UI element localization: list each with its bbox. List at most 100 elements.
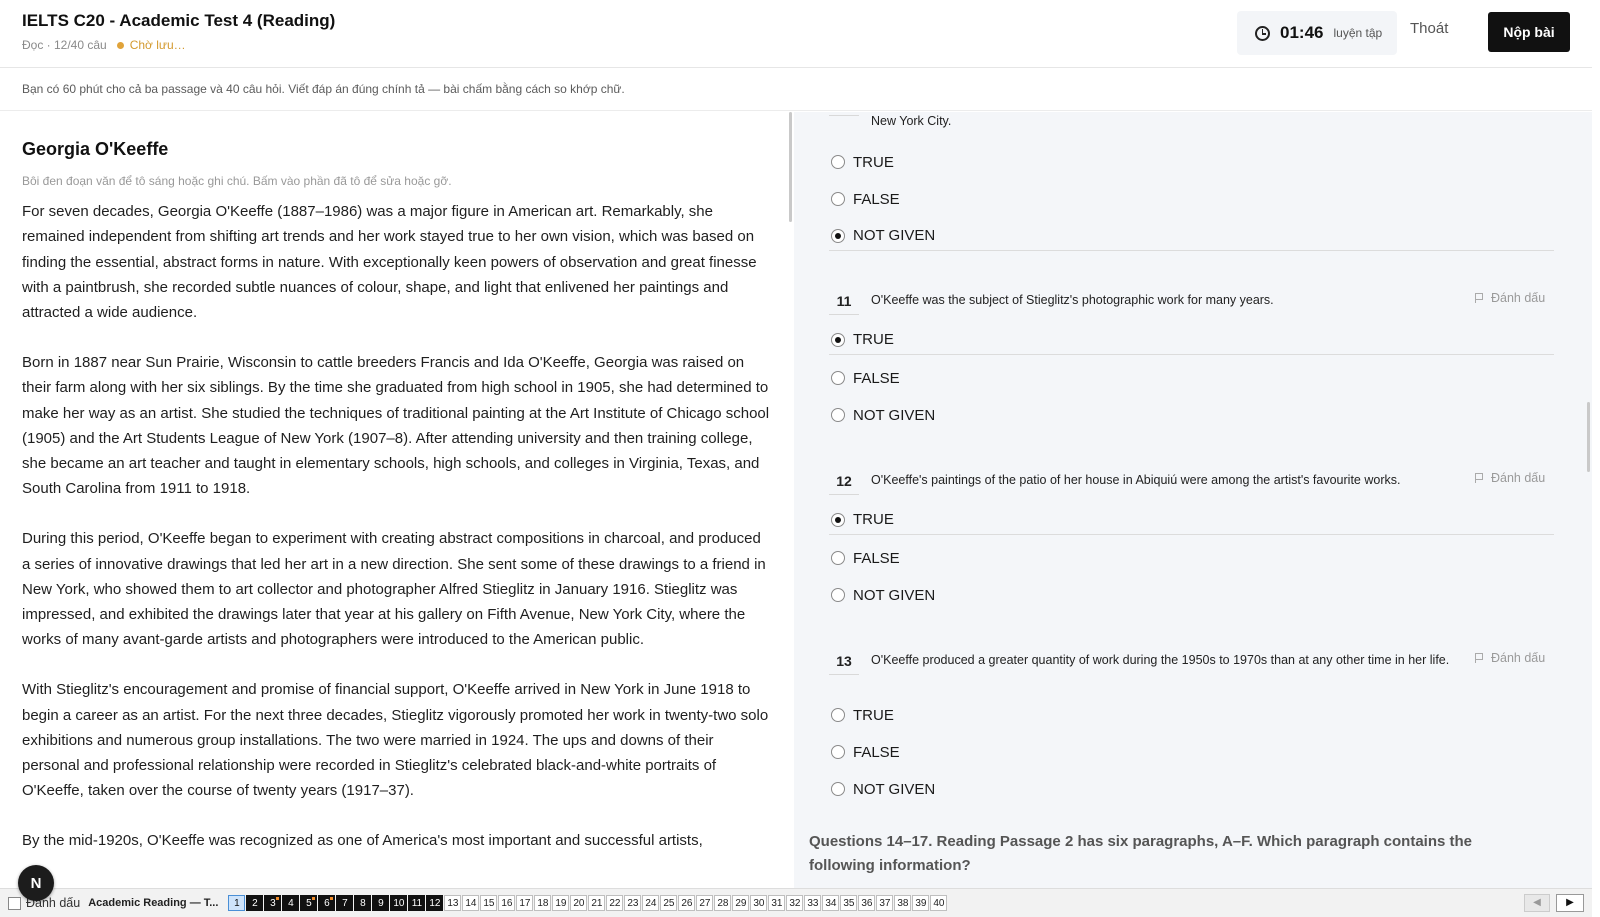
option-not-given[interactable]: NOT GIVEN <box>829 580 1554 610</box>
option-true[interactable]: TRUE <box>829 147 1554 177</box>
question-nav-12[interactable]: 12 <box>426 895 444 911</box>
passage-paragraph[interactable]: For seven decades, Georgia O'Keeffe (188… <box>22 199 772 325</box>
question-nav-16[interactable]: 16 <box>498 895 516 911</box>
question-10: 10 Alfred Stieglitz first discovered O'K… <box>829 112 1554 251</box>
question-nav-24[interactable]: 24 <box>642 895 660 911</box>
radio-icon[interactable] <box>831 371 845 385</box>
question-nav-21[interactable]: 21 <box>588 895 606 911</box>
question-nav-26[interactable]: 26 <box>678 895 696 911</box>
question-nav-8[interactable]: 8 <box>354 895 372 911</box>
passage-paragraph[interactable]: Born in 1887 near Sun Prairie, Wisconsin… <box>22 350 772 502</box>
option-label: NOT GIVEN <box>853 780 936 798</box>
question-nav-3[interactable]: 3 <box>264 895 282 911</box>
passage-paragraph[interactable]: By the mid-1920s, O'Keeffe was recognize… <box>22 828 772 853</box>
question-nav-32[interactable]: 32 <box>786 895 804 911</box>
question-nav-39[interactable]: 39 <box>912 895 930 911</box>
question-13: 13 O'Keeffe produced a greater quantity … <box>829 647 1554 798</box>
radio-selected-icon[interactable] <box>831 228 845 243</box>
question-nav-28[interactable]: 28 <box>714 895 732 911</box>
radio-icon[interactable] <box>831 782 845 796</box>
question-nav-1[interactable]: 1 <box>228 895 246 911</box>
flag-label: Đánh dấu <box>1491 291 1546 305</box>
question-nav-19[interactable]: 19 <box>552 895 570 911</box>
radio-icon[interactable] <box>831 408 845 422</box>
flag-icon <box>1475 293 1483 303</box>
question-nav-2[interactable]: 2 <box>246 895 264 911</box>
section-label[interactable]: Academic Reading — T... <box>88 897 218 909</box>
question-nav-13[interactable]: 13 <box>444 895 462 911</box>
submit-button[interactable]: Nộp bài <box>1488 12 1570 52</box>
passage-paragraph[interactable]: During this period, O'Keeffe began to ex… <box>22 526 772 652</box>
flag-question-button[interactable]: Đánh dấu <box>1475 291 1545 305</box>
question-nav-6[interactable]: 6 <box>318 895 336 911</box>
option-label: TRUE <box>853 511 894 528</box>
question-nav-14[interactable]: 14 <box>462 895 480 911</box>
option-label: TRUE <box>853 331 894 348</box>
question-nav-7[interactable]: 7 <box>336 895 354 911</box>
flag-question-button[interactable]: Đánh dấu <box>1475 471 1545 485</box>
option-label: FALSE <box>853 369 900 387</box>
passage-paragraph[interactable]: With Stieglitz's encouragement and promi… <box>22 677 772 803</box>
question-nav-31[interactable]: 31 <box>768 895 786 911</box>
passage-panel[interactable]: Georgia O'Keeffe Bôi đen đoạn văn để tô … <box>0 112 792 888</box>
question-nav-29[interactable]: 29 <box>732 895 750 911</box>
mark-checkbox[interactable] <box>8 896 21 910</box>
radio-icon[interactable] <box>831 155 845 169</box>
question-nav-23[interactable]: 23 <box>624 895 642 911</box>
next-button[interactable]: ▶ <box>1556 894 1584 912</box>
question-nav-34[interactable]: 34 <box>822 895 840 911</box>
option-not-given[interactable]: NOT GIVEN <box>829 400 1554 430</box>
option-false[interactable]: FALSE <box>829 737 1554 767</box>
question-nav-22[interactable]: 22 <box>606 895 624 911</box>
question-nav-36[interactable]: 36 <box>858 895 876 911</box>
save-status: Chờ lưu… <box>129 38 186 52</box>
question-nav-20[interactable]: 20 <box>570 895 588 911</box>
questions-scrollbar[interactable] <box>1587 402 1590 472</box>
option-not-given[interactable]: NOT GIVEN <box>829 774 1554 804</box>
question-nav-33[interactable]: 33 <box>804 895 822 911</box>
timer-box: 01:46 luyện tập <box>1237 11 1397 55</box>
radio-icon[interactable] <box>831 551 845 565</box>
question-nav-4[interactable]: 4 <box>282 895 300 911</box>
question-nav-37[interactable]: 37 <box>876 895 894 911</box>
passage-scrollbar[interactable] <box>789 112 792 222</box>
question-nav-10[interactable]: 10 <box>390 895 408 911</box>
option-false[interactable]: FALSE <box>829 543 1554 573</box>
question-nav-27[interactable]: 27 <box>696 895 714 911</box>
radio-icon[interactable] <box>831 745 845 759</box>
radio-icon[interactable] <box>831 708 845 722</box>
question-nav-9[interactable]: 9 <box>372 895 390 911</box>
question-nav-30[interactable]: 30 <box>750 895 768 911</box>
radio-selected-icon[interactable] <box>831 512 845 527</box>
question-nav-35[interactable]: 35 <box>840 895 858 911</box>
radio-icon[interactable] <box>831 192 845 206</box>
question-nav-25[interactable]: 25 <box>660 895 678 911</box>
passage-title: Georgia O'Keeffe <box>22 139 169 159</box>
question-nav-18[interactable]: 18 <box>534 895 552 911</box>
question-nav-38[interactable]: 38 <box>894 895 912 911</box>
radio-selected-icon[interactable] <box>831 332 845 347</box>
option-false[interactable]: FALSE <box>829 363 1554 393</box>
question-nav-11[interactable]: 11 <box>408 895 426 911</box>
option-false[interactable]: FALSE <box>829 184 1554 214</box>
option-not-given[interactable]: NOT GIVEN <box>829 221 1554 251</box>
question-nav-17[interactable]: 17 <box>516 895 534 911</box>
passage-body[interactable]: For seven decades, Georgia O'Keeffe (188… <box>22 199 772 854</box>
questions-panel[interactable]: 10 Alfred Stieglitz first discovered O'K… <box>794 112 1592 888</box>
exit-button[interactable]: Thoát <box>1410 20 1448 37</box>
flag-question-button[interactable]: Đánh dấu <box>1475 651 1545 665</box>
radio-icon[interactable] <box>831 588 845 602</box>
option-true[interactable]: TRUE <box>829 505 1554 535</box>
prev-button[interactable]: ◀ <box>1524 894 1550 912</box>
option-true[interactable]: TRUE <box>829 325 1554 355</box>
passage-hint: Bôi đen đoạn văn để tô sáng hoặc ghi chú… <box>22 174 452 188</box>
question-nav-5[interactable]: 5 <box>300 895 318 911</box>
question-nav-15[interactable]: 15 <box>480 895 498 911</box>
question-nav-40[interactable]: 40 <box>930 895 948 911</box>
bottom-nav-bar: Đánh dấu Academic Reading — T... 1234567… <box>0 888 1592 917</box>
option-true[interactable]: TRUE <box>829 700 1554 730</box>
instructions-bar: Bạn có 60 phút cho cả ba passage và 40 c… <box>0 69 1592 111</box>
avatar[interactable]: N <box>18 865 54 901</box>
flag-icon <box>1475 473 1483 483</box>
question-12: 12 O'Keeffe's paintings of the patio of … <box>829 467 1554 604</box>
